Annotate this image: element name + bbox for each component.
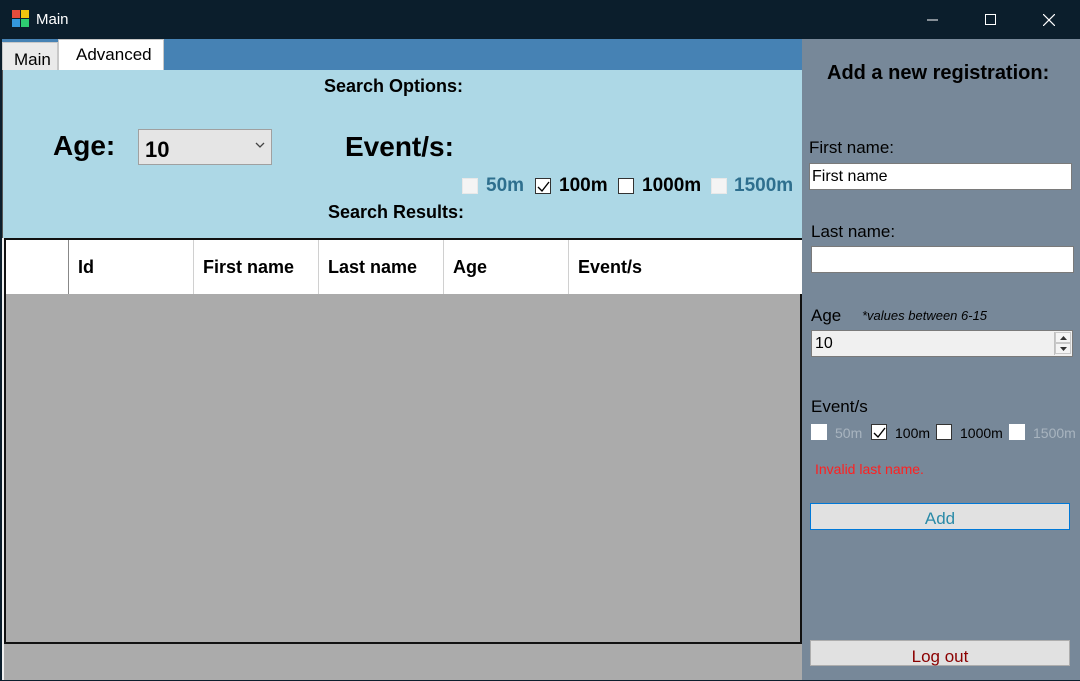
first-name-label: First name: xyxy=(809,138,895,157)
search-event-1500m-label: 1500m xyxy=(734,175,794,196)
close-button[interactable] xyxy=(1020,0,1078,39)
spin-down-icon[interactable] xyxy=(1055,343,1071,354)
search-options-heading: Search Options: xyxy=(324,76,464,96)
checkmark-icon xyxy=(873,427,886,439)
close-icon xyxy=(1043,13,1055,26)
event-1500m-checkbox[interactable] xyxy=(1009,424,1025,440)
minimize-button[interactable] xyxy=(904,0,962,39)
app-icon xyxy=(12,10,30,28)
grid-footer-area xyxy=(4,644,802,680)
checkmark-icon xyxy=(537,181,550,193)
results-grid[interactable]: Id First name Last name Age Event/s xyxy=(4,238,802,644)
last-name-label: Last name: xyxy=(811,222,896,241)
spin-up-icon[interactable] xyxy=(1055,332,1071,343)
search-event-1000m-checkbox[interactable] xyxy=(618,178,634,194)
search-event-1000m-label: 1000m xyxy=(642,175,702,196)
grid-column-events[interactable]: Event/s xyxy=(568,240,802,294)
title-bar: Main xyxy=(0,0,1080,39)
age-spinner[interactable] xyxy=(1054,332,1071,355)
events-label: Event/s xyxy=(811,397,868,416)
last-name-input[interactable] xyxy=(811,246,1074,273)
grid-column-age[interactable]: Age xyxy=(443,240,568,294)
maximize-icon xyxy=(985,13,996,25)
minimize-icon xyxy=(927,19,938,20)
event-100m-label: 100m xyxy=(895,425,931,441)
grid-column-last-name[interactable]: Last name xyxy=(318,240,443,294)
event-1000m-label: 1000m xyxy=(960,425,1003,441)
window-client: Main Advanced Search Options: Age: 10 Ev… xyxy=(1,39,1080,680)
grid-row-header-column[interactable] xyxy=(6,240,68,294)
search-events-label: Event/s: xyxy=(345,131,454,162)
search-results-heading: Search Results: xyxy=(328,202,465,222)
search-options-panel: Search Options: Age: 10 Event/s: 50m 100… xyxy=(2,70,802,238)
grid-header: Id First name Last name Age Event/s xyxy=(6,240,802,294)
age-label: Age xyxy=(811,306,842,325)
search-event-100m-checkbox[interactable] xyxy=(535,178,551,194)
tab-strip: Main Advanced xyxy=(2,39,802,70)
event-50m-label: 50m xyxy=(835,425,863,441)
search-event-1500m-checkbox[interactable] xyxy=(711,178,727,194)
registration-panel: Add a new registration: First name: Firs… xyxy=(802,39,1080,680)
search-age-label: Age: xyxy=(53,130,116,161)
event-100m-checkbox[interactable] xyxy=(871,424,887,440)
age-numeric-value: 10 xyxy=(815,335,833,352)
chevron-down-icon xyxy=(255,142,265,148)
validation-error: Invalid last name. xyxy=(815,461,924,477)
tab-main[interactable]: Main xyxy=(2,42,58,70)
grid-column-first-name[interactable]: First name xyxy=(193,240,318,294)
maximize-button[interactable] xyxy=(962,0,1020,39)
registration-title: Add a new registration: xyxy=(827,62,1050,84)
tab-advanced[interactable]: Advanced xyxy=(58,39,164,70)
age-hint: *values between 6-15 xyxy=(862,308,988,323)
search-age-value: 10 xyxy=(145,137,170,162)
logout-button[interactable]: Log out xyxy=(810,640,1070,666)
add-button[interactable]: Add xyxy=(810,503,1070,530)
search-event-100m-label: 100m xyxy=(559,175,608,196)
window-title: Main xyxy=(36,11,69,28)
search-age-dropdown[interactable]: 10 xyxy=(138,129,272,165)
search-event-50m-label: 50m xyxy=(486,175,525,196)
event-50m-checkbox[interactable] xyxy=(811,424,827,440)
age-numeric-input[interactable]: 10 xyxy=(811,330,1073,357)
grid-column-id[interactable]: Id xyxy=(68,240,193,294)
first-name-input[interactable]: First name xyxy=(809,163,1072,190)
search-event-50m-checkbox[interactable] xyxy=(462,178,478,194)
event-1000m-checkbox[interactable] xyxy=(936,424,952,440)
event-1500m-label: 1500m xyxy=(1033,425,1076,441)
